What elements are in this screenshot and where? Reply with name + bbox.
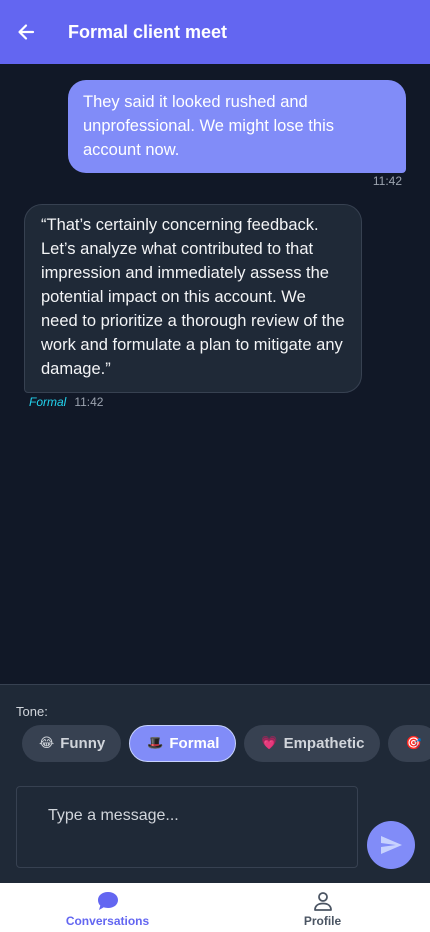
- incoming-message-bubble: “That’s certainly concerning feedback. L…: [24, 204, 362, 393]
- tone-chip-label: Formal: [169, 735, 220, 752]
- tone-chip-funny[interactable]: 😂 Funny: [22, 725, 122, 762]
- chat-thread[interactable]: They said it looked rushed and unprofess…: [0, 64, 430, 684]
- tone-chip-empathetic[interactable]: 💗 Empathetic: [244, 725, 381, 762]
- send-icon: [381, 836, 402, 854]
- incoming-message-time: 11:42: [74, 395, 104, 409]
- target-icon: 🎯: [405, 736, 422, 751]
- incoming-message-meta: Formal 11:42: [29, 395, 103, 409]
- user-icon: [313, 892, 332, 911]
- page-title: Formal client meet: [68, 21, 228, 42]
- message-input[interactable]: [48, 807, 338, 825]
- tone-chip-label: Empathetic: [283, 735, 365, 752]
- tone-chip-formal[interactable]: 🎩 Formal: [129, 725, 237, 762]
- nav-label-profile: Profile: [303, 914, 342, 928]
- tone-chip-more[interactable]: 🎯: [388, 725, 430, 762]
- tone-label: Tone:: [16, 704, 48, 719]
- laughing-face-icon: 😂: [39, 736, 55, 751]
- top-hat-icon: 🎩: [147, 736, 164, 751]
- nav-label-conversations: Conversations: [65, 914, 150, 928]
- tone-tag: Formal: [29, 395, 67, 409]
- nav-item-conversations[interactable]: Conversations: [0, 883, 215, 932]
- app-header: Formal client meet: [0, 0, 430, 64]
- outgoing-message-bubble: They said it looked rushed and unprofess…: [68, 80, 406, 173]
- heart-icon: 💗: [261, 736, 278, 751]
- composer: Tone: 😂 Funny 🎩 Formal 💗 Empathetic 🎯: [0, 684, 430, 883]
- tone-selector: 😂 Funny 🎩 Formal 💗 Empathetic 🎯: [22, 725, 430, 762]
- arrow-left-icon: [18, 24, 35, 40]
- outgoing-message-time: 11:42: [372, 174, 402, 188]
- back-button[interactable]: [0, 0, 52, 64]
- bottom-nav: Conversations Profile: [0, 883, 430, 932]
- send-button[interactable]: [367, 821, 415, 869]
- nav-item-profile[interactable]: Profile: [215, 883, 430, 932]
- tone-chip-label: Funny: [60, 735, 106, 752]
- message-input-box[interactable]: [16, 786, 358, 868]
- chat-bubble-icon: [97, 892, 118, 910]
